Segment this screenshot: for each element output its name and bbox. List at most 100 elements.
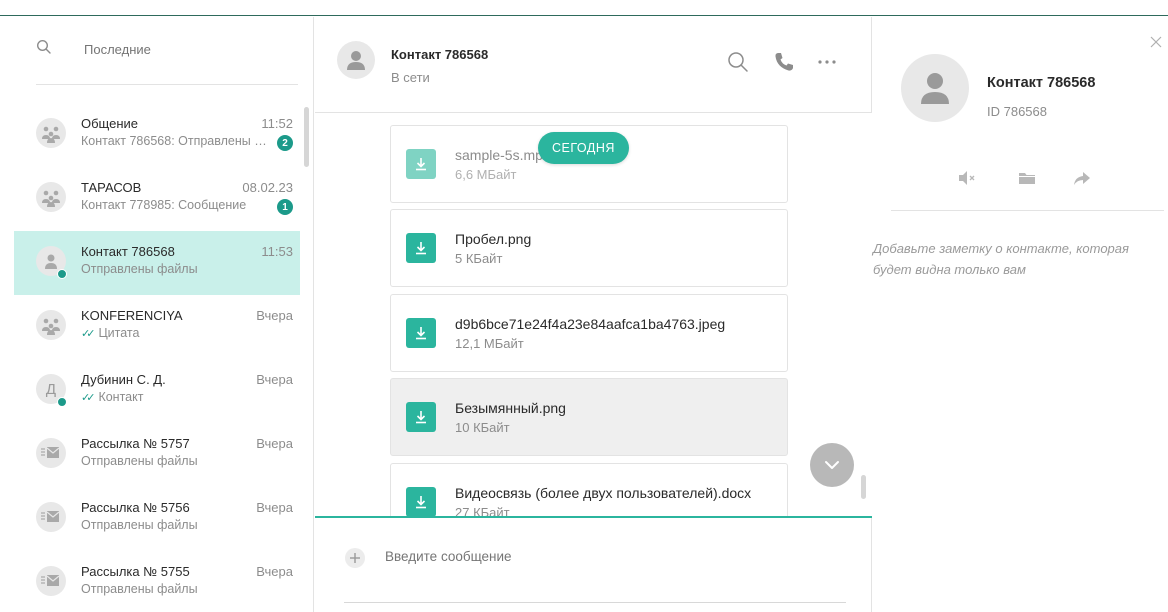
chat-time: Вчера [256,308,293,323]
share-icon[interactable] [1072,169,1092,187]
folder-icon[interactable] [1017,169,1037,187]
search-icon[interactable] [726,50,750,74]
download-icon [416,496,426,509]
download-icon [416,158,426,171]
chat-name: Контакт 786568 [81,244,175,259]
date-separator: СЕГОДНЯ [538,132,629,164]
group-icon [42,190,60,207]
chat-time: Вчера [256,564,293,579]
more-icon[interactable] [815,50,839,74]
chat-preview-text: Цитата [98,326,140,340]
chat-preview: ✓✓ Контакт [81,390,271,404]
chat-time: 11:53 [261,244,293,259]
chat-time: Вчера [256,436,293,451]
chat-name: KONFERENCIYA [81,308,183,323]
search-input[interactable] [84,42,284,57]
file-message[interactable]: d9b6bce71e24f4a23e84aafca1ba4763.jpeg 12,… [390,294,788,372]
chat-time: 11:52 [261,116,293,131]
chat-title: Контакт 786568 [391,47,489,62]
chat-preview: Отправлены файлы [81,518,271,532]
chat-preview-text: Контакт 786568: Отправлены файлы [81,134,271,148]
download-icon [416,327,426,340]
chat-list-item[interactable]: Контакт 786568 Отправлены файлы 11:53 [14,231,300,295]
chat-name: Дубинин С. Д. [81,372,166,387]
file-name: sample-5s.mp4 [455,147,551,163]
composer-underline [344,602,846,603]
chat-preview-text: Отправлены файлы [81,262,198,276]
chat-list-scrollbar[interactable] [304,107,309,167]
mail-icon [41,511,60,522]
file-name: Видеосвязь (более двух пользователей).do… [455,485,752,501]
chat-preview: Отправлены файлы [81,454,271,468]
download-icon [416,242,426,255]
contact-avatar-large [901,54,969,122]
user-silhouette-icon [347,51,365,70]
mail-icon [41,447,60,458]
chevron-down-icon [825,461,839,469]
download-icon [416,411,426,424]
download-button[interactable] [406,233,436,263]
chat-list: Общение Контакт 786568: Отправлены файлы 1… [14,103,304,612]
file-message[interactable]: Безымянный.png 10 КБайт [390,378,788,456]
chat-time: Вчера [256,500,293,515]
chat-name: ТАРАСОВ [81,180,142,195]
phone-icon[interactable] [772,50,796,74]
plus-icon[interactable] [344,547,366,569]
chat-list-item[interactable]: Рассылка № 5757 Отправлены файлы Вчера [14,423,300,487]
user-silhouette-icon [921,73,949,104]
chat-status: В сети [391,70,430,85]
contact-id: ID 786568 [987,104,1047,119]
chat-preview: Отправлены файлы [81,262,271,276]
avatar-initial: Д [45,380,57,398]
read-check-icon: ✓✓ [81,392,96,404]
download-button[interactable] [406,149,436,179]
chat-avatar [36,438,66,468]
chat-name: Рассылка № 5757 [81,436,190,451]
message-scrollbar[interactable] [861,475,866,499]
download-button[interactable] [406,402,436,432]
chat-name: Рассылка № 5756 [81,500,190,515]
contact-avatar [337,41,375,79]
chat-list-item[interactable]: KONFERENCIYA ✓✓ Цитата Вчера [14,295,300,359]
chat-preview: Контакт 786568: Отправлены файлы [81,134,271,148]
chat-time: Вчера [256,372,293,387]
file-size: 12,1 МБайт [455,336,524,351]
contact-note-placeholder[interactable]: Добавьте заметку о контакте, которая буд… [873,238,1163,280]
scroll-to-bottom-button[interactable] [810,443,854,487]
chat-preview-text: Отправлены файлы [81,454,198,468]
chat-list-item[interactable]: Рассылка № 5755 Отправлены файлы Вчера [14,551,300,612]
chat-list-item[interactable]: Общение Контакт 786568: Отправлены файлы 1… [14,103,300,167]
file-size: 5 КБайт [455,251,503,266]
chat-name: Общение [81,116,139,131]
file-message[interactable]: Видеосвязь (более двух пользователей).do… [390,463,788,516]
chat-preview-text: Отправлены файлы [81,582,198,596]
file-size: 27 КБайт [455,505,510,516]
chat-list-item[interactable]: ТАРАСОВ Контакт 778985: Сообщение 08.02.23… [14,167,300,231]
unread-badge: 1 [277,199,293,215]
app-window: Общение Контакт 786568: Отправлены файлы 1… [0,0,1168,612]
download-button[interactable] [406,487,436,516]
chat-preview-text: Контакт [98,390,144,404]
chat-avatar [36,182,66,212]
message-input[interactable] [385,549,825,564]
file-name: Безымянный.png [455,400,566,416]
file-size: 10 КБайт [455,420,510,435]
mute-icon[interactable] [957,169,977,187]
contact-name: Контакт 786568 [987,75,1096,91]
search-icon[interactable] [36,39,52,55]
close-icon[interactable] [1149,35,1163,49]
group-icon [42,126,60,143]
chat-avatar [36,310,66,340]
chat-avatar [36,502,66,532]
chat-list-item[interactable]: Д Дубинин С. Д. ✓✓ Контакт Вчера [14,359,300,423]
chat-list-item[interactable]: Рассылка № 5756 Отправлены файлы Вчера [14,487,300,551]
chat-header: Контакт 786568 В сети [315,17,872,113]
chat-preview-text: Отправлены файлы [81,518,198,532]
file-message[interactable]: Пробел.png 5 КБайт [390,209,788,287]
online-indicator [57,269,67,279]
chat-avatar [36,566,66,596]
download-button[interactable] [406,318,436,348]
read-check-icon: ✓✓ [81,328,96,340]
search-underline [36,84,298,85]
chat-preview: Контакт 778985: Сообщение [81,198,271,212]
